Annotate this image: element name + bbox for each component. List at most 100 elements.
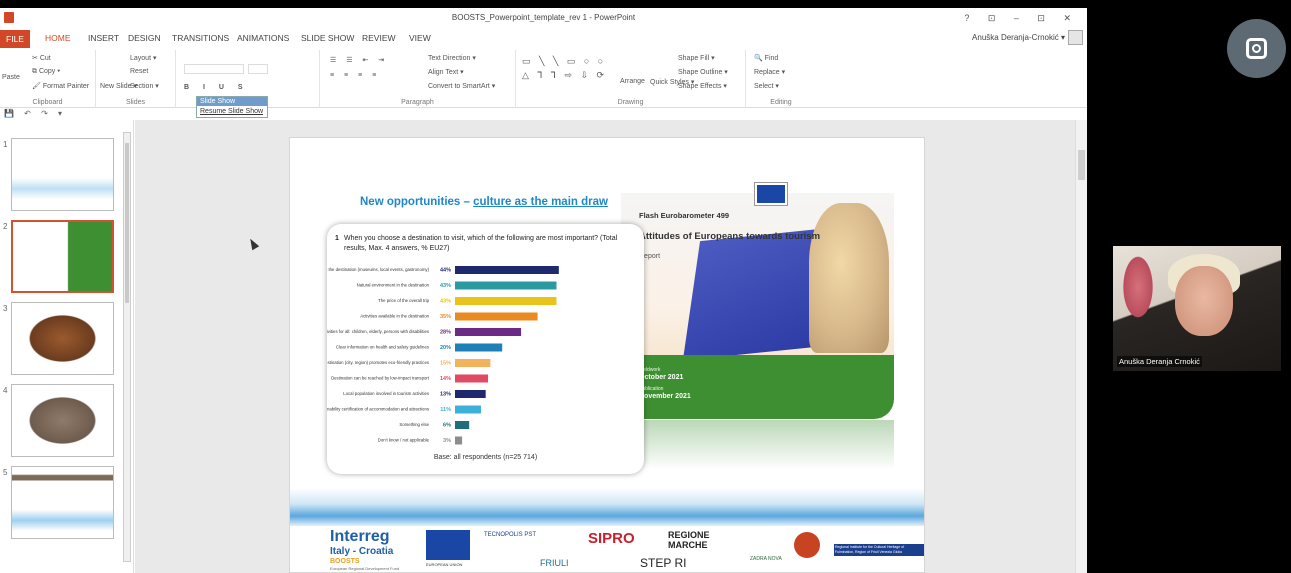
value-label: 28% [440,330,451,336]
slide-thumbnail-5[interactable] [11,466,114,539]
thumb-number: 1 [3,140,8,149]
thumbnails-scrollbar[interactable] [123,132,131,562]
reset-button[interactable]: Reset [130,68,148,75]
tab-insert[interactable]: INSERT [88,33,119,43]
slide-title-part-b: culture as the main draw [473,196,608,208]
category-label: Clear information on health and safety g… [336,345,429,350]
resume-slide-show-link[interactable]: Resume Slide Show [197,106,267,117]
text-direction-button[interactable]: Text Direction ▾ [428,54,476,62]
value-label: 13% [440,392,451,398]
bar [455,374,489,383]
cover-title: Attitudes of Europeans towards tourism [639,231,821,242]
bar [455,436,463,445]
paragraph-group-label: Paragraph [401,99,434,106]
layout-button[interactable]: Layout ▾ [130,54,156,62]
title-bar: BOOSTS_Powerpoint_template_rev 1 - Power… [0,8,1087,28]
tab-review[interactable]: REVIEW [362,33,396,43]
category-label: Something else [399,422,429,427]
replace-button[interactable]: Replace ▾ [754,68,785,76]
slide-show-tooltip[interactable]: Slide Show Resume Slide Show [196,96,268,118]
alignment-buttons[interactable]: ≡ ≡ ≡ ≡ [330,72,380,79]
align-text-button[interactable]: Align Text ▾ [428,68,464,76]
chart-base-note: Base: all respondents (n=25 714) [433,454,538,461]
font-format-buttons[interactable]: B I U S [184,84,249,91]
copy-label: Copy ▾ [38,68,61,75]
category-label: Cultural offerings at the destination (m… [327,267,430,272]
font-size-box[interactable] [248,64,268,74]
slide-thumbnails-pane: 1 2 3 4 5 [0,120,134,573]
participant-name: Anuška Deranja Crnokić [1117,356,1202,367]
participant-face [1175,266,1233,336]
sipro-logo: SIPRO [588,530,635,547]
arrange-button[interactable]: Arrange [620,78,645,85]
window-controls[interactable]: ? ⊡ – ⊡ ✕ [964,8,1079,28]
find-button[interactable]: 🔍 Find [754,54,778,62]
camera-switch-icon[interactable] [1227,19,1286,78]
shape-fill-button[interactable]: Shape Fill ▾ [678,54,715,62]
section-button[interactable]: Section ▾ [130,82,159,90]
font-name-box[interactable] [184,64,244,74]
tab-slide-show[interactable]: SLIDE SHOW [301,33,354,43]
tab-transitions[interactable]: TRANSITIONS [172,33,229,43]
bar [455,359,491,367]
category-label: Sustainability certification of accommod… [327,407,429,412]
participant-video[interactable]: Anuška Deranja Crnokić [1113,246,1281,371]
thumb-number: 2 [3,222,8,231]
select-button[interactable]: Select ▾ [754,82,779,90]
quick-access-toolbar[interactable]: 💾 ↶ ↷ ▾ [4,109,66,118]
paste-button[interactable]: Paste [2,74,20,81]
format-painter-label: Format Painter [42,83,90,90]
eu-emblem-icon [755,183,787,205]
drawing-group: ▭ ╲ ╲ ▭ ○ ○ △ ⅂ ⅂ ⇨ ⇩ ⟳ Arrange Quick St… [516,50,746,108]
scrollbar-thumb[interactable] [125,143,129,303]
value-label: 44% [440,268,451,274]
tab-home[interactable]: HOME [45,33,71,43]
boosts-logo: BOOSTS [330,558,360,565]
survey-question: 1 When you choose a destination to visit… [335,234,639,254]
slide-scrollbar[interactable] [1075,120,1087,573]
editing-group: 🔍 Find Replace ▾ Select ▾ Editing [746,50,816,108]
thumb-number: 4 [3,386,8,395]
copy-button[interactable]: ⧉ Copy ▾ [32,68,60,76]
shapes-gallery-row2[interactable]: △ ⅂ ⅂ ⇨ ⇩ ⟳ [522,70,607,81]
value-label: 3% [443,438,451,444]
zadra-nova-logo: ZADRA NOVA [750,556,782,562]
slides-group: New Slide ▾ Layout ▾ Reset Section ▾ Sli… [96,50,176,108]
format-painter-button[interactable]: 🖌 Format Painter [32,82,89,90]
slide-title-separator: – [460,196,474,208]
eu-flag-icon [426,530,470,560]
clipboard-group-label: Clipboard [32,99,63,106]
slide-thumbnail-1[interactable] [11,138,114,211]
interreg-logo: Interreg [330,528,390,545]
cut-label: Cut [39,55,51,62]
slides-group-label: Slides [125,99,146,106]
shape-effects-button[interactable]: Shape Effects ▾ [678,82,727,90]
avatar[interactable] [1068,30,1083,45]
bar [455,343,503,352]
value-label: 43% [440,299,451,305]
slide-thumbnail-2[interactable] [11,220,114,293]
cover-reflection [621,420,894,470]
window-title: BOOSTS_Powerpoint_template_rev 1 - Power… [451,13,636,22]
tab-file[interactable]: FILE [0,30,30,48]
scrollbar-thumb[interactable] [1078,150,1085,180]
slide-canvas[interactable]: New opportunities – culture as the main … [289,137,925,573]
cut-button[interactable]: ✂ Cut [32,54,51,62]
category-label: Activities available in the destination [360,314,429,319]
drawing-group-label: Drawing [617,99,644,106]
eu-text: EUROPEAN UNION [426,562,463,567]
user-account[interactable]: Anuška Deranja-Crnokić ▾ [972,33,1065,42]
shape-outline-button[interactable]: Shape Outline ▾ [678,68,728,76]
slide-thumbnail-3[interactable] [11,302,114,375]
tab-view[interactable]: VIEW [409,33,431,43]
list-buttons[interactable]: ☰ ☰ ⇤ ⇥ [330,56,388,64]
question-number: 1 [335,235,339,242]
clipboard-group: Paste ✂ Cut ⧉ Copy ▾ 🖌 Format Painter Cl… [0,50,96,108]
category-label: Natural environment in the destination [357,283,430,288]
emblem-icon [794,532,820,558]
convert-smartart-button[interactable]: Convert to SmartArt ▾ [428,82,495,90]
tab-animations[interactable]: ANIMATIONS [237,33,289,43]
tab-design[interactable]: DESIGN [128,33,161,43]
slide-thumbnail-4[interactable] [11,384,114,457]
shapes-gallery[interactable]: ▭ ╲ ╲ ▭ ○ ○ [522,56,606,67]
